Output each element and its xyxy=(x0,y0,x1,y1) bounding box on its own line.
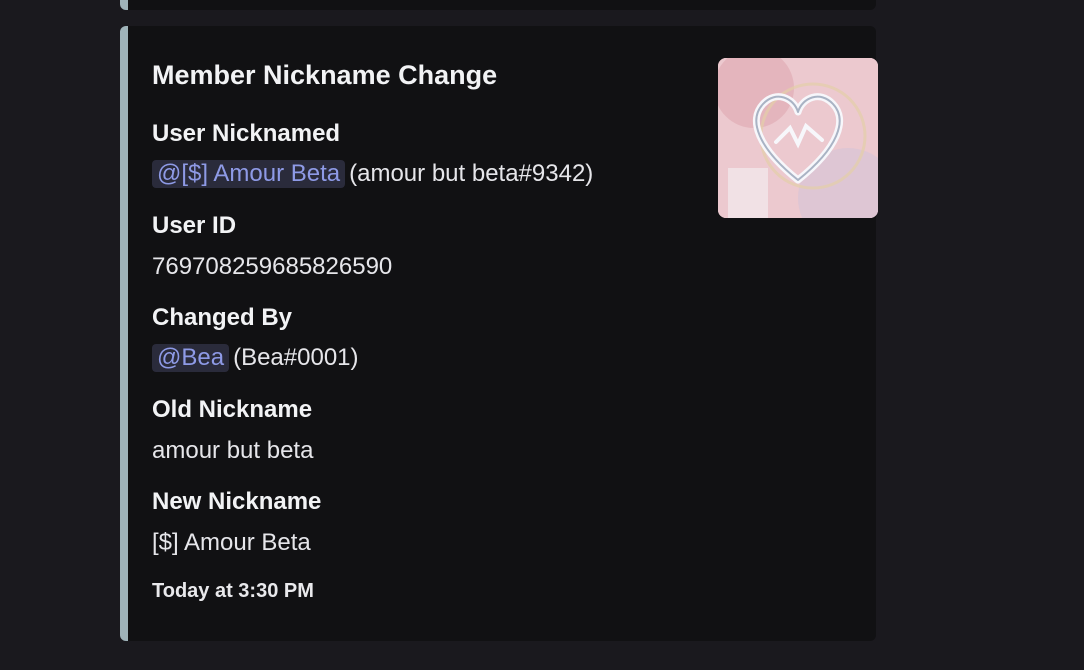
field-value-changed-by: @Bea (Bea#0001) xyxy=(152,344,359,372)
changed-by-mention[interactable]: @Bea xyxy=(152,344,230,372)
embed-thumbnail[interactable] xyxy=(718,58,878,218)
field-name-old-nickname: Old Nickname xyxy=(152,396,313,423)
user-tag: (amour but beta#9342) xyxy=(349,160,594,187)
heart-logo-icon xyxy=(718,58,878,218)
field-value-new-nickname: [$] Amour Beta xyxy=(152,529,311,556)
field-value-user-id: 769708259685826590 xyxy=(152,253,393,280)
nickname-change-embed: Member Nickname Change User Nicknamed @[… xyxy=(120,26,878,641)
changed-by-tag: (Bea#0001) xyxy=(233,344,359,371)
user-mention[interactable]: @[$] Amour Beta xyxy=(152,160,346,188)
field-value-user-nicknamed: @[$] Amour Beta (amour but beta#9342) xyxy=(152,160,593,188)
embed-timestamp: Today at 3:30 PM xyxy=(152,580,314,602)
field-value-old-nickname: amour but beta xyxy=(152,437,314,464)
field-name-user-nicknamed: User Nicknamed xyxy=(152,120,341,147)
field-name-changed-by: Changed By xyxy=(152,304,293,331)
field-name-user-id: User ID xyxy=(152,212,237,239)
embed-title: Member Nickname Change xyxy=(152,60,498,90)
previous-embed xyxy=(120,0,876,10)
field-name-new-nickname: New Nickname xyxy=(152,488,322,515)
